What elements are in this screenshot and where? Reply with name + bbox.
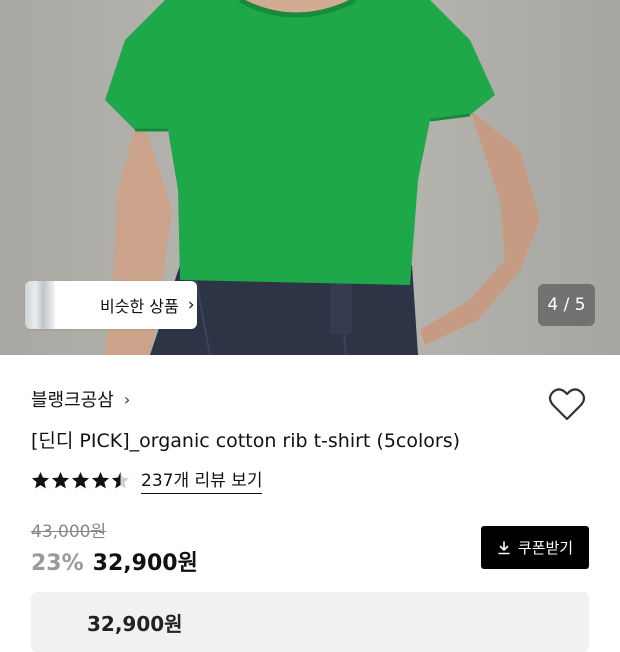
similar-product-thumbnail	[25, 281, 55, 329]
similar-products-button[interactable]: 비슷한 상품 ›	[25, 281, 197, 329]
review-link[interactable]: 237개 리뷰 보기	[141, 466, 263, 494]
brand-name: 블랭크공삼	[31, 390, 114, 411]
similar-products-label: 비슷한 상품	[100, 297, 179, 316]
download-icon	[498, 540, 510, 554]
sale-price: 32,900원	[92, 551, 198, 576]
brand-link[interactable]: 블랭크공삼 ›	[31, 386, 130, 412]
original-price: 43,000원	[31, 522, 107, 542]
star-icon	[31, 471, 50, 488]
image-counter: 4 / 5	[538, 284, 595, 326]
price-row: 23% 32,900원	[31, 545, 198, 577]
half-star-icon	[111, 471, 130, 488]
star-icon	[71, 471, 90, 488]
discount-rate: 23%	[31, 551, 84, 576]
price-summary-text: 32,900원	[87, 612, 183, 636]
heart-icon[interactable]	[548, 386, 586, 422]
coupon-button-label: 쿠폰받기	[517, 539, 574, 557]
chevron-right-icon: ›	[123, 389, 131, 409]
star-icon	[91, 471, 110, 488]
rating-row: 237개 리뷰 보기	[31, 466, 263, 494]
coupon-button[interactable]: 쿠폰받기	[481, 526, 589, 569]
star-rating	[31, 471, 130, 490]
price-summary-card: 32,900원	[31, 592, 589, 652]
star-icon	[51, 471, 70, 488]
chevron-right-icon: ›	[187, 295, 195, 315]
product-image[interactable]: 비슷한 상품 › 4 / 5	[0, 0, 620, 355]
product-title: [딘디 PICK]_organic cotton rib t-shirt (5c…	[31, 430, 461, 452]
